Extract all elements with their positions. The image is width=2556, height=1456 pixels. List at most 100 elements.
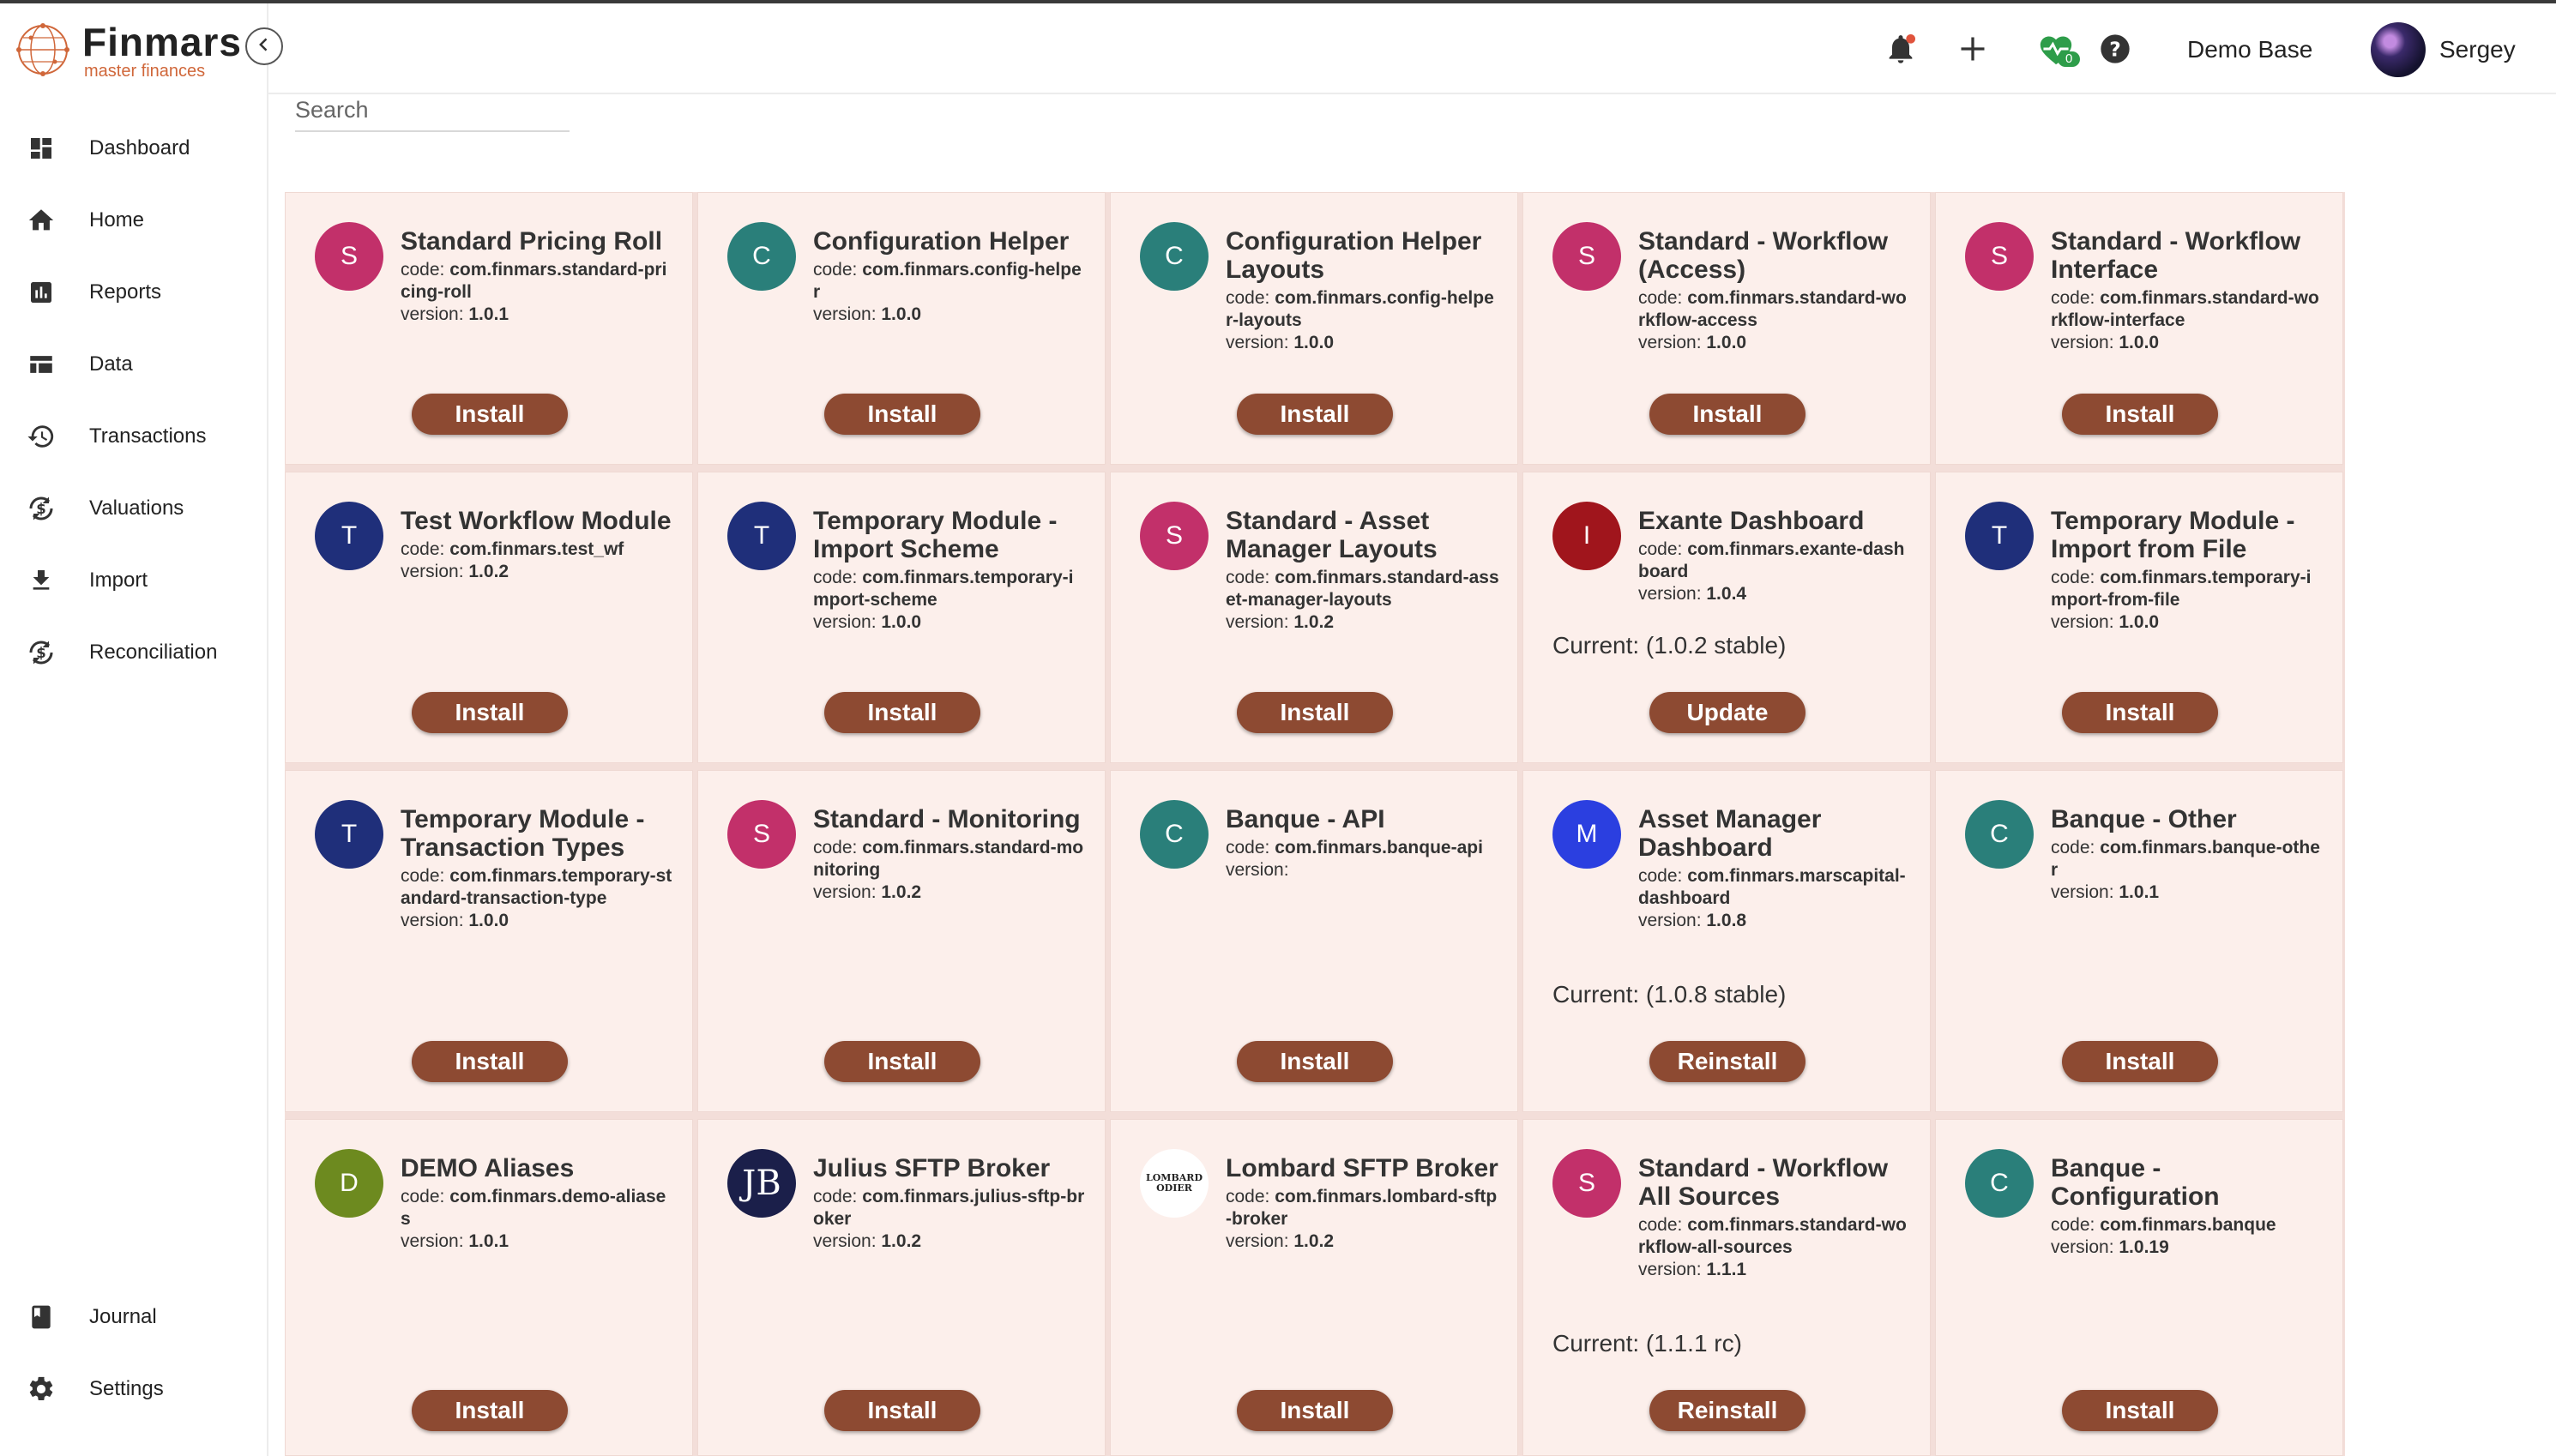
module-card: S Standard - Monitoring code: com.finmars.… xyxy=(697,770,1106,1112)
install-button[interactable]: Install xyxy=(412,692,568,733)
svg-text:$: $ xyxy=(36,645,45,661)
module-meta: code: com.finmars.standard-workflow-acce… xyxy=(1638,287,1913,354)
logo-globe-icon xyxy=(16,23,69,76)
module-version: 1.0.0 xyxy=(2119,333,2160,352)
data-icon xyxy=(26,349,57,380)
reports-icon xyxy=(26,277,57,308)
module-version: 1.0.1 xyxy=(468,1231,509,1251)
sidebar-item-label: Settings xyxy=(89,1377,164,1400)
module-title: Banque - API xyxy=(1226,805,1385,833)
sidebar-item-label: Import xyxy=(89,569,148,592)
install-button[interactable]: Install xyxy=(1237,1041,1393,1082)
module-avatar: T xyxy=(315,502,383,570)
version-label: version: xyxy=(2051,333,2114,352)
sidebar-item-data[interactable]: Data xyxy=(0,339,267,390)
install-button[interactable]: Install xyxy=(1237,394,1393,435)
install-button[interactable]: Install xyxy=(412,1390,568,1431)
sidebar: Finmars master finances Dashboard Home R… xyxy=(0,3,268,1456)
sidebar-item-settings[interactable]: Settings xyxy=(0,1363,267,1415)
version-label: version: xyxy=(1226,612,1289,632)
notifications-button[interactable] xyxy=(1883,33,1919,69)
sidebar-item-import[interactable]: Import xyxy=(0,555,267,606)
module-card: C Banque - Configuration code: com.finmars… xyxy=(1935,1119,2343,1456)
code-label: code: xyxy=(1226,1187,1270,1206)
sidebar-item-reconciliation[interactable]: $ Reconciliation xyxy=(0,627,267,678)
user-name[interactable]: Sergey xyxy=(2439,36,2516,63)
module-meta: code: com.finmars.standard-workflow-all-… xyxy=(1638,1214,1913,1281)
version-label: version: xyxy=(2051,882,2114,902)
module-meta: code: com.finmars.standard-pricing-roll v… xyxy=(401,259,675,326)
module-version: 1.0.0 xyxy=(881,612,922,632)
home-icon xyxy=(26,205,57,236)
module-version: 1.0.2 xyxy=(468,562,509,581)
version-label: version: xyxy=(1638,333,1702,352)
app-logo[interactable]: Finmars master finances xyxy=(15,19,247,81)
dashboard-icon xyxy=(26,133,57,164)
sidebar-item-transactions[interactable]: Transactions xyxy=(0,411,267,462)
module-title: Temporary Module - Import from File xyxy=(2051,507,2295,563)
install-button[interactable]: Install xyxy=(412,1041,568,1082)
module-avatar: C xyxy=(1965,1149,2034,1218)
install-button[interactable]: Install xyxy=(2062,692,2218,733)
module-card: C Configuration Helper code: com.finmars.c… xyxy=(697,192,1106,465)
sidebar-item-dashboard[interactable]: Dashboard xyxy=(0,123,267,174)
install-button[interactable]: Install xyxy=(1237,1390,1393,1431)
version-label: version: xyxy=(1226,333,1289,352)
sidebar-item-label: Reconciliation xyxy=(89,641,218,664)
module-meta: code: com.finmars.banque version: 1.0.19 xyxy=(2051,1214,2325,1259)
install-button[interactable]: Install xyxy=(1237,692,1393,733)
code-label: code: xyxy=(813,260,858,280)
install-button[interactable]: Install xyxy=(824,1041,980,1082)
install-button[interactable]: Install xyxy=(824,394,980,435)
module-meta: code: com.finmars.standard-workflow-inte… xyxy=(2051,287,2325,354)
module-avatar: S xyxy=(1140,502,1209,570)
reinstall-button[interactable]: Reinstall xyxy=(1649,1041,1805,1082)
code-label: code: xyxy=(1638,288,1683,308)
chevron-left-icon xyxy=(256,36,273,57)
install-button[interactable]: Install xyxy=(2062,1390,2218,1431)
module-version: 1.0.1 xyxy=(468,304,509,324)
module-title: Standard - Asset Manager Layouts xyxy=(1226,507,1438,563)
module-version: 1.0.1 xyxy=(2119,882,2160,902)
module-avatar: M xyxy=(1552,800,1621,869)
avatar[interactable] xyxy=(2371,22,2426,77)
module-title: Lombard SFTP Broker xyxy=(1226,1154,1498,1182)
bell-icon xyxy=(1884,32,1918,70)
module-meta: code: com.finmars.exante-dashboard versio… xyxy=(1638,538,1913,605)
install-button[interactable]: Install xyxy=(2062,1041,2218,1082)
update-button[interactable]: Update xyxy=(1649,692,1805,733)
add-button[interactable] xyxy=(1955,33,1991,69)
version-label: version: xyxy=(813,1231,877,1251)
search-input[interactable]: Search xyxy=(295,93,570,132)
system-health-button[interactable]: 0 xyxy=(2023,33,2089,69)
module-version: 1.0.0 xyxy=(1706,333,1747,352)
code-label: code: xyxy=(2051,1215,2095,1235)
install-button[interactable]: Install xyxy=(1649,394,1805,435)
module-card: JB Julius SFTP Broker code: com.finmars.ju… xyxy=(697,1119,1106,1456)
sidebar-item-reports[interactable]: Reports xyxy=(0,267,267,318)
module-grid: S Standard Pricing Roll code: com.finmars.… xyxy=(285,192,2345,1456)
sidebar-item-home[interactable]: Home xyxy=(0,195,267,246)
module-title: Standard - Workflow All Sources xyxy=(1638,1154,1889,1211)
reinstall-button[interactable]: Reinstall xyxy=(1649,1390,1805,1431)
install-button[interactable]: Install xyxy=(2062,394,2218,435)
sidebar-item-valuations[interactable]: $ Valuations xyxy=(0,483,267,534)
base-selector[interactable]: Demo Base xyxy=(2187,36,2312,63)
help-button[interactable]: ? xyxy=(2097,33,2133,69)
collapse-sidebar-button[interactable] xyxy=(245,27,283,65)
install-button[interactable]: Install xyxy=(824,1390,980,1431)
version-label: version: xyxy=(813,612,877,632)
module-title: Temporary Module - Transaction Types xyxy=(401,805,645,862)
module-current-version: Current: (1.0.8 stable) xyxy=(1552,981,1787,1008)
code-label: code: xyxy=(813,568,858,587)
version-label: version: xyxy=(813,304,877,324)
install-button[interactable]: Install xyxy=(412,394,568,435)
search-placeholder: Search xyxy=(295,97,369,123)
sidebar-item-journal[interactable]: Journal xyxy=(0,1291,267,1343)
module-version: 1.0.19 xyxy=(2119,1237,2169,1257)
module-meta: code: com.finmars.standard-monitoring ver… xyxy=(813,837,1088,904)
code-label: code: xyxy=(1226,568,1270,587)
module-avatar: T xyxy=(1965,502,2034,570)
install-button[interactable]: Install xyxy=(824,692,980,733)
module-avatar: S xyxy=(1965,222,2034,291)
